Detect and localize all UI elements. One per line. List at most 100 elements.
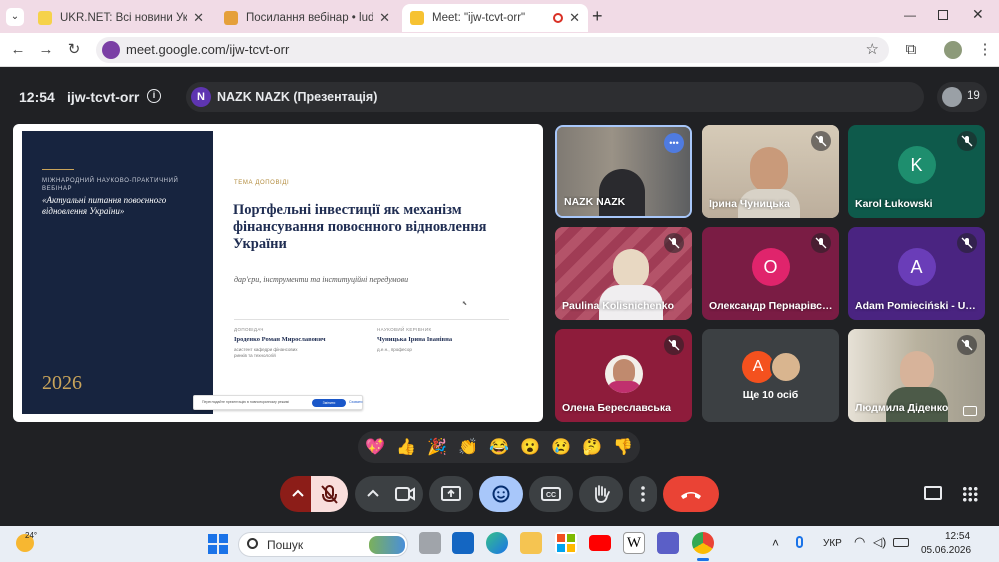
youtube-icon[interactable]	[589, 535, 611, 551]
presenter-name: NAZK NAZK (Презентація)	[217, 90, 378, 104]
participant-tile[interactable]: A Adam Pomieciński - Uni...	[848, 227, 985, 320]
participant-name: Adam Pomieciński - Uni...	[855, 300, 979, 312]
tab-webinar-link[interactable]: Посилання вебінар • luda_dide ✕	[216, 4, 398, 32]
file-explorer-taskbar-icon[interactable]	[419, 532, 441, 554]
url-text[interactable]: meet.google.com/ijw-tcvt-orr	[126, 42, 289, 57]
participant-tile[interactable]: ••• NAZK NAZK	[555, 125, 692, 218]
meeting-info-icon[interactable]: i	[147, 89, 161, 103]
windows-start-icon[interactable]	[208, 534, 228, 554]
chrome-icon[interactable]	[692, 532, 714, 554]
hang-up-icon	[681, 492, 701, 499]
participant-avatar	[605, 355, 643, 393]
folder-icon[interactable]	[520, 532, 542, 554]
thumbs-down-reaction-button[interactable]: 👎	[612, 437, 634, 459]
participant-tile[interactable]: K Karol Łukowski	[848, 125, 985, 218]
slide-conference-title: «Актуальні питання повоєнного відновленн…	[42, 195, 167, 216]
weather-temperature: 24°	[25, 531, 38, 540]
person-silhouette	[750, 147, 788, 193]
meeting-clock: 12:54	[19, 89, 55, 105]
microphone-icon[interactable]	[796, 536, 803, 548]
participant-tile[interactable]: Paulina Kolisnichenko	[555, 227, 692, 320]
volume-icon[interactable]: ◁)	[873, 535, 886, 549]
clock-time: 12:54	[945, 531, 971, 542]
menu-icon[interactable]: ⋮	[975, 40, 995, 60]
activities-icon[interactable]	[962, 486, 978, 502]
close-icon[interactable]: ✕	[569, 10, 580, 26]
wifi-icon[interactable]: ◠	[854, 534, 865, 550]
camera-icon[interactable]	[387, 476, 423, 512]
new-tab-button[interactable]: +	[592, 6, 603, 27]
sad-reaction-button[interactable]: 😢	[550, 437, 572, 459]
chat-icon[interactable]	[924, 486, 942, 500]
taskbar-search[interactable]: Пошук	[238, 532, 408, 557]
maximize-button[interactable]	[938, 10, 948, 20]
back-arrow-icon[interactable]: ←	[8, 40, 28, 60]
present-screen-button[interactable]	[429, 476, 473, 512]
more-options-button[interactable]	[629, 476, 657, 512]
notice-link[interactable]: Сховати	[349, 400, 362, 404]
mic-off-icon	[957, 233, 977, 253]
slide-subtitle: дар'єри, інструменти та інституційні пер…	[234, 275, 409, 284]
present-screen-icon	[441, 486, 461, 501]
minimize-button[interactable]: —	[904, 8, 916, 22]
site-info-icon[interactable]	[102, 41, 120, 59]
participant-name: Karol Łukowski	[855, 198, 933, 210]
outlook-icon[interactable]	[452, 532, 474, 554]
chevron-up-icon[interactable]	[355, 476, 391, 512]
extensions-icon[interactable]: ⧉	[901, 40, 921, 60]
reactions-button[interactable]	[479, 476, 523, 512]
participants-button[interactable]: 19	[937, 82, 987, 112]
advisor-description: д.е.н., професор	[377, 347, 412, 352]
address-bar[interactable]: meet.google.com/ijw-tcvt-orr ☆	[96, 37, 889, 63]
profile-avatar[interactable]	[944, 41, 962, 59]
clap-reaction-button[interactable]: 👏	[457, 437, 479, 459]
chevron-up-icon[interactable]: ˄	[772, 536, 779, 550]
participant-tile[interactable]: Олена Береславська	[555, 329, 692, 422]
search-highlight-image	[369, 536, 405, 554]
search-placeholder: Пошук	[267, 538, 304, 552]
participant-name: Людмила Діденко	[855, 402, 949, 414]
participant-avatar: О	[751, 247, 790, 286]
participant-avatar: A	[897, 247, 936, 286]
raise-hand-button[interactable]	[579, 476, 623, 512]
bookmark-star-icon[interactable]: ☆	[866, 40, 879, 58]
participant-name: Paulina Kolisnichenko	[562, 300, 675, 312]
speaker-description: асистент кафедри фінансових ринків та те…	[234, 347, 298, 358]
store-icon[interactable]	[555, 532, 577, 554]
person-silhouette	[900, 351, 934, 391]
thinking-reaction-button[interactable]: 🤔	[581, 437, 603, 459]
thumbs-up-reaction-button[interactable]: 👍	[395, 437, 417, 459]
mic-toggle-button[interactable]	[311, 476, 348, 512]
surprised-reaction-button[interactable]: 😮	[519, 437, 541, 459]
heart-reaction-button[interactable]: 💖	[364, 437, 386, 459]
tab-ukrnet[interactable]: UKR.NET: Всі новини України, ✕	[30, 4, 212, 32]
tab-meet[interactable]: Meet: "ijw-tcvt-orr" ✕	[402, 4, 588, 32]
edge-icon[interactable]	[486, 532, 508, 554]
participant-tile[interactable]: Ірина Чуницька	[702, 125, 839, 218]
close-icon[interactable]: ✕	[379, 10, 390, 26]
close-icon[interactable]: ✕	[193, 10, 204, 26]
meeting-code: ijw-tcvt-orr	[67, 89, 140, 105]
battery-icon[interactable]	[893, 538, 909, 547]
pin-icon[interactable]	[963, 406, 977, 416]
close-window-button[interactable]: ✕	[972, 6, 984, 23]
reload-icon[interactable]: ↻	[64, 40, 84, 60]
participant-tile[interactable]: Людмила Діденко	[848, 329, 985, 422]
participant-tile[interactable]: О Олександр Пернарівсь...	[702, 227, 839, 320]
language-indicator[interactable]: УКР	[823, 538, 842, 549]
presenter-banner[interactable]: N NAZK NAZK (Презентація)	[186, 82, 924, 112]
forward-arrow-icon[interactable]: →	[36, 40, 56, 60]
end-call-button[interactable]	[663, 476, 719, 512]
captions-button[interactable]: CC	[529, 476, 573, 512]
laugh-reaction-button[interactable]: 😂	[488, 437, 510, 459]
more-participants-tile[interactable]: А Ще 10 осіб	[702, 329, 839, 422]
speaker-label: ДОПОВІДАЧ	[234, 327, 264, 332]
party-reaction-button[interactable]: 🎉	[426, 437, 448, 459]
tab-list-dropdown-icon[interactable]: ⌄	[6, 8, 24, 26]
teams-icon[interactable]	[657, 532, 679, 554]
wikipedia-icon[interactable]: W	[623, 532, 645, 554]
camera-group	[355, 476, 423, 512]
mic-off-icon	[664, 233, 684, 253]
more-participants-label: Ще 10 осіб	[742, 389, 799, 401]
notice-button[interactable]: Змінити	[312, 399, 346, 407]
